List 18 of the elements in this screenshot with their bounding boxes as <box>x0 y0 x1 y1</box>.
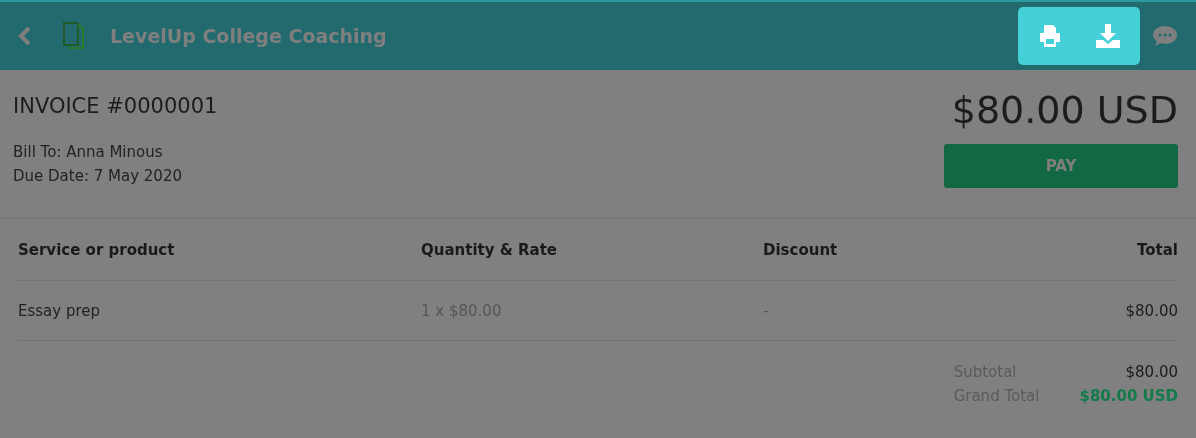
column-header: Discount <box>763 240 839 259</box>
column-header: Quantity & Rate <box>421 240 559 259</box>
table-cell-text: - <box>763 301 770 320</box>
invoice-number: INVOICE #0000001 <box>13 94 218 118</box>
download-button[interactable] <box>1094 22 1122 50</box>
pay-button[interactable]: PAY <box>944 144 1178 188</box>
table-cell-text: Essay prep <box>18 301 102 320</box>
due-date: Due Date: 7 May 2020 <box>13 166 182 187</box>
table-cell-text: $80.00 <box>1124 301 1178 320</box>
chat-icon[interactable] <box>1152 24 1178 48</box>
invoice-amount: $80.00 USD <box>951 88 1178 132</box>
back-icon[interactable] <box>18 26 32 46</box>
column-header: Service or product <box>18 240 176 259</box>
column-header: Total <box>1136 240 1178 259</box>
app-title: LevelUp College Coaching <box>110 25 388 47</box>
total-value: $80.00 USD <box>1079 387 1178 405</box>
total-value: $80.00 <box>1124 363 1178 381</box>
bill-to: Bill To: Anna Minous <box>13 142 163 163</box>
